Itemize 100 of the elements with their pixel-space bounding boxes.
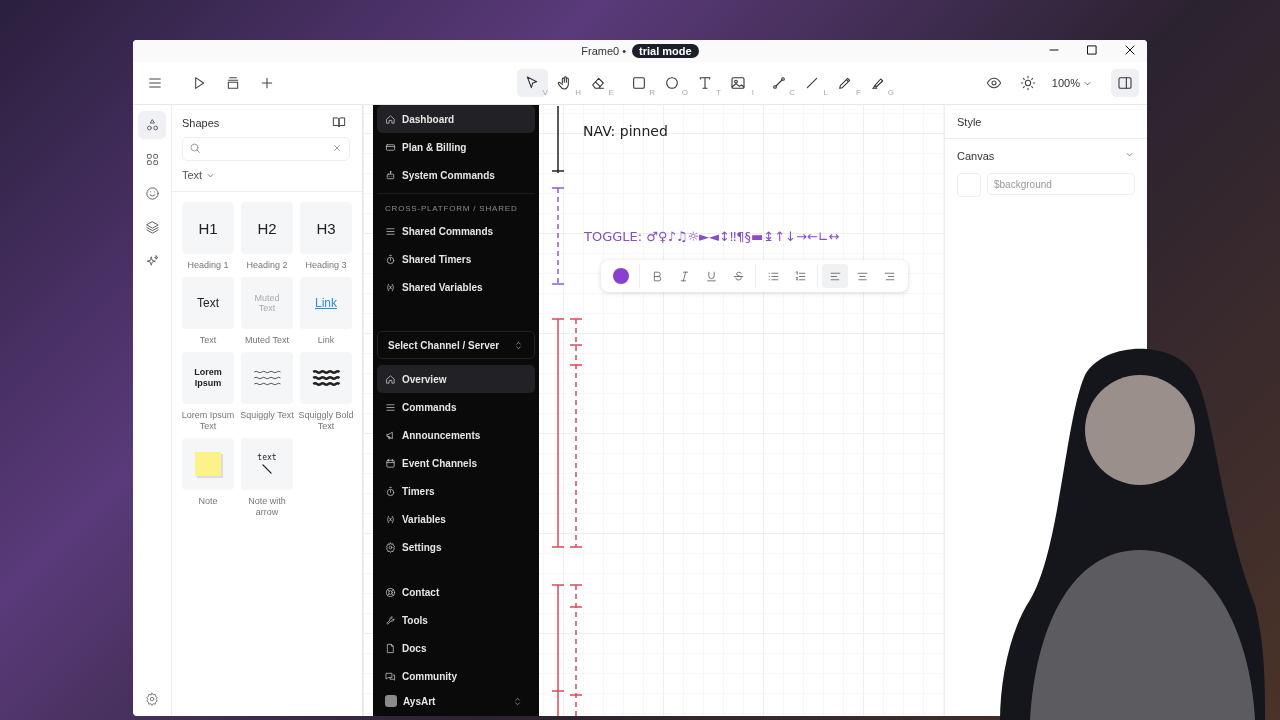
- nav-item[interactable]: Community: [377, 662, 535, 690]
- text-color-swatch[interactable]: [613, 268, 629, 284]
- preview-text: H2: [257, 219, 277, 237]
- user-menu[interactable]: AysArt: [377, 690, 535, 712]
- image-icon: [730, 75, 747, 91]
- shape-label: Heading 2: [245, 260, 289, 271]
- strikethrough-icon: [731, 269, 745, 283]
- user-name: AysArt: [403, 695, 437, 707]
- underline-icon: [704, 269, 718, 283]
- preview-text: H1: [198, 219, 218, 237]
- shape-label: Text: [198, 335, 218, 346]
- canvas-text: NAV: pinned: [583, 123, 668, 139]
- eraser-icon: [590, 75, 607, 91]
- nav-item[interactable]: Variables: [377, 505, 535, 533]
- canvas-text: TOGGLE: ♂♀♪♫☼►◄↕‼¶§▬↨↑↓→←∟↔: [584, 229, 840, 244]
- shape-label: Link: [316, 335, 336, 346]
- connector-icon: [771, 75, 788, 91]
- search-icon: [189, 142, 201, 154]
- nav-item[interactable]: Contact: [377, 578, 535, 606]
- align-left-button[interactable]: [822, 264, 848, 288]
- section-title: Canvas: [957, 149, 995, 162]
- layers-icon: [144, 219, 160, 235]
- settings-icon[interactable]: [145, 692, 159, 706]
- nav-item[interactable]: Announcements: [377, 421, 535, 449]
- shape-preview[interactable]: Text: [182, 277, 234, 329]
- nav-item[interactable]: Shared Commands: [377, 217, 535, 245]
- panel-title: Shapes: [182, 117, 220, 129]
- list-icon: [385, 401, 396, 413]
- nav-item[interactable]: System Commands: [377, 161, 535, 189]
- variable-icon: [385, 513, 396, 525]
- nav-item[interactable]: Dashboard: [377, 105, 535, 133]
- shape-preview[interactable]: text: [241, 438, 293, 490]
- preview-text: H3: [316, 219, 336, 237]
- panel-toggle-button[interactable]: [1111, 69, 1139, 97]
- shape-label: Heading 3: [304, 260, 348, 271]
- square-icon: [631, 75, 648, 91]
- close-icon[interactable]: [1123, 43, 1137, 57]
- home-icon: [385, 113, 396, 125]
- channel-select[interactable]: Select Channel / Server: [377, 331, 535, 359]
- card-icon: [385, 141, 396, 153]
- shapes-tab[interactable]: [138, 111, 166, 139]
- panel-icon: [1117, 75, 1133, 91]
- home-icon: [385, 373, 396, 385]
- shape-label: Heading 1: [186, 260, 230, 271]
- nav-section-title: CROSS-PLATFORM / SHARED: [377, 193, 535, 217]
- background-input-field[interactable]: $background: [987, 173, 1135, 195]
- shape-preview[interactable]: [300, 352, 352, 404]
- maximize-icon[interactable]: [1085, 43, 1099, 57]
- wrench-icon: [385, 614, 396, 626]
- zoom-dropdown[interactable]: 100%: [1047, 73, 1097, 93]
- shape-label: Lorem Ipsum Text: [180, 410, 236, 432]
- calendar-icon: [385, 457, 396, 469]
- nav-item[interactable]: Shared Variables: [377, 273, 535, 301]
- preview-link: Link: [315, 296, 337, 310]
- chat-icon: [385, 670, 396, 682]
- shape-preview[interactable]: H2: [241, 202, 293, 254]
- nav-item[interactable]: Shared Timers: [377, 245, 535, 273]
- lifebuoy-icon: [385, 586, 396, 598]
- nav-item[interactable]: Tools: [377, 606, 535, 634]
- nav-item[interactable]: Commands: [377, 393, 535, 421]
- shape-label: Note with arrow: [247, 496, 287, 518]
- nav-item[interactable]: Docs: [377, 634, 535, 662]
- shape-label: Squiggly Bold Text: [298, 410, 354, 432]
- sticky-note-drawing: [195, 452, 221, 476]
- circle-icon: [664, 75, 681, 91]
- nav-item[interactable]: Plan & Billing: [377, 133, 535, 161]
- numbered-list-icon: [793, 269, 807, 283]
- book-icon[interactable]: [332, 115, 346, 129]
- panel-title: Style: [957, 116, 982, 128]
- dimension-line: [551, 105, 565, 174]
- settings-icon: [385, 541, 396, 553]
- shape-preview[interactable]: H1: [182, 202, 234, 254]
- megaphone-icon: [385, 429, 396, 441]
- preview-text: Text: [197, 296, 219, 310]
- squiggle-drawing: [252, 368, 282, 388]
- stopwatch-icon: [385, 485, 396, 497]
- shape-label: Squiggly Text: [239, 410, 295, 421]
- preview-text: Muted Text: [253, 293, 281, 313]
- shape-preview[interactable]: Lorem Ipsum: [182, 352, 234, 404]
- nav-item[interactable]: Overview: [377, 365, 535, 393]
- nav-item[interactable]: Settings: [377, 533, 535, 561]
- shape-label: Note: [197, 496, 219, 507]
- shape-preview[interactable]: H3: [300, 202, 352, 254]
- robot-icon: [385, 169, 396, 181]
- trial-badge: trial mode: [632, 44, 699, 58]
- category-dropdown[interactable]: Text: [178, 167, 221, 183]
- list-icon: [385, 225, 396, 237]
- preview-text: Lorem Ipsum: [193, 367, 223, 389]
- document-icon: [385, 642, 396, 654]
- preview-text: text: [257, 452, 277, 462]
- clear-icon[interactable]: [331, 142, 343, 154]
- up-down-chevron-icon: [513, 339, 524, 351]
- stopwatch-icon: [385, 253, 396, 265]
- avatar-placeholder: [385, 695, 397, 707]
- nav-item[interactable]: Event Channels: [377, 449, 535, 477]
- variable-icon: [385, 281, 396, 293]
- nav-item[interactable]: Timers: [377, 477, 535, 505]
- search-field[interactable]: [182, 137, 350, 161]
- shape-label: Muted Text: [244, 335, 290, 346]
- updown-icon: [512, 695, 523, 707]
